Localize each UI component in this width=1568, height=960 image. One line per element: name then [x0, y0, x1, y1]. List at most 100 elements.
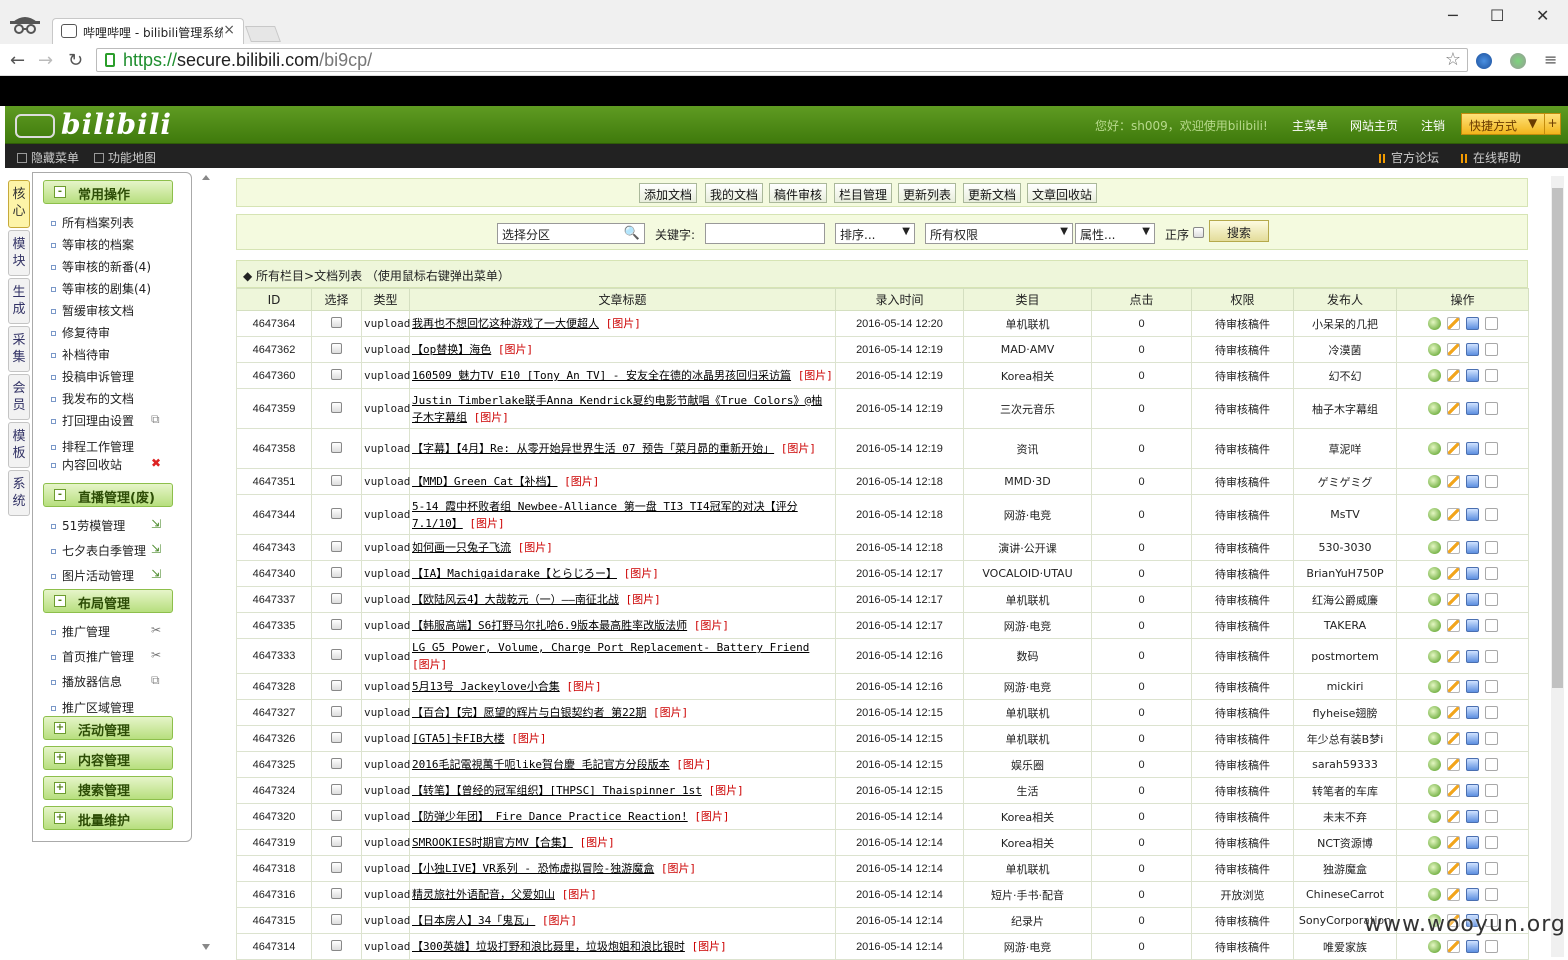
table-row[interactable]: 4647315 vupload 【日本房人】34「鬼瓦」 [图片] 2016-05-1… — [236, 907, 1529, 934]
table-row[interactable]: 4647314 vupload 【300英雄】垃圾打野和浪比聂里，垃圾炮姐和浪比银时… — [236, 933, 1529, 960]
edit-icon[interactable] — [1446, 862, 1460, 876]
edit-icon[interactable] — [1446, 758, 1460, 772]
table-row[interactable]: 4647359 vupload Justin Timberlake联手Anna Ke… — [236, 388, 1529, 429]
approve-icon[interactable] — [1427, 541, 1441, 555]
row-title-link[interactable]: 【MMD】Green Cat【补档】 — [412, 475, 557, 488]
row-image-link[interactable]: [图片] — [566, 680, 601, 693]
edit-icon[interactable] — [1446, 317, 1460, 331]
view-icon[interactable] — [1465, 541, 1479, 555]
view-icon[interactable] — [1465, 862, 1479, 876]
document-icon[interactable] — [1484, 317, 1498, 331]
tab-close-icon[interactable]: × — [223, 22, 235, 38]
menu-item-deferred-review[interactable]: 暂缓审核文档 — [51, 302, 181, 319]
row-checkbox[interactable] — [331, 592, 342, 604]
view-icon[interactable] — [1465, 442, 1479, 456]
export-icon[interactable]: ⇲ — [151, 567, 161, 581]
approve-icon[interactable] — [1427, 706, 1441, 720]
approve-icon[interactable] — [1427, 619, 1441, 633]
edit-icon[interactable] — [1446, 732, 1460, 746]
col-header-select[interactable]: 选择 — [311, 288, 362, 311]
row-image-link[interactable]: [图片] — [653, 706, 688, 719]
row-checkbox[interactable] — [331, 861, 342, 873]
left-frame-scrollbar[interactable] — [201, 174, 211, 952]
table-row[interactable]: 4647362 vupload 【op替换】海色 [图片] 2016-05-14 12… — [236, 336, 1529, 363]
my-documents-button[interactable]: 我的文档 — [705, 183, 764, 203]
row-title-link[interactable]: 如何画一只兔子飞流 — [412, 541, 511, 554]
document-icon[interactable] — [1484, 593, 1498, 607]
menu-item-qixi[interactable]: 七夕表白季管理 ⇲ — [51, 542, 181, 559]
view-icon[interactable] — [1465, 649, 1479, 663]
row-title-link[interactable]: 【转笔】【曾经的冠军组织】[THPSC] Thaispinner 1st — [412, 784, 702, 797]
browser-menu-icon[interactable]: ≡ — [1544, 50, 1557, 69]
menu-item-reject-reasons[interactable]: 打回理由设置 ⧉ — [51, 412, 181, 429]
table-row[interactable]: 4647326 vupload [GTA5]卡FIB大楼 [图片] 2016-05-1… — [236, 725, 1529, 752]
tab-member[interactable]: 会员 — [8, 374, 30, 420]
approve-icon[interactable] — [1427, 888, 1441, 902]
row-checkbox[interactable] — [331, 401, 342, 413]
reload-icon[interactable]: ↻ — [68, 50, 83, 71]
row-title-link[interactable]: 精灵旅社外语配音，父爱如山 — [412, 888, 555, 901]
row-checkbox[interactable] — [331, 540, 342, 552]
view-icon[interactable] — [1465, 888, 1479, 902]
row-checkbox[interactable] — [331, 705, 342, 717]
add-shortcut-button[interactable]: + — [1544, 114, 1560, 134]
address-bar[interactable]: https://secure.bilibili.com/bi9cp/ ☆ — [96, 48, 1468, 72]
menu-item-pending-archives[interactable]: 等审核的档案 — [51, 236, 181, 253]
view-icon[interactable] — [1465, 343, 1479, 357]
row-title-link[interactable]: 【百合】【完】愿望的辉片与白银契约者 第22期 — [412, 706, 646, 719]
group-common-ops[interactable]: - 常用操作 — [43, 180, 173, 204]
copy-icon[interactable]: ⧉ — [151, 412, 160, 427]
document-icon[interactable] — [1484, 619, 1498, 633]
document-icon[interactable] — [1484, 508, 1498, 522]
edit-icon[interactable] — [1446, 541, 1460, 555]
back-arrow-icon[interactable]: ← — [10, 50, 25, 71]
menu-item-reupload-pending[interactable]: 补档待审 — [51, 346, 181, 363]
scissors-icon[interactable]: ✂ — [151, 623, 161, 637]
document-icon[interactable] — [1484, 567, 1498, 581]
approve-icon[interactable] — [1427, 732, 1441, 746]
approve-icon[interactable] — [1427, 810, 1441, 824]
row-image-link[interactable]: [图片] — [562, 888, 597, 901]
logout-link[interactable]: 注销 — [1421, 117, 1445, 134]
view-icon[interactable] — [1465, 593, 1479, 607]
approve-icon[interactable] — [1427, 680, 1441, 694]
row-checkbox[interactable] — [331, 809, 342, 821]
approve-icon[interactable] — [1427, 475, 1441, 489]
row-image-link[interactable]: [图片] — [542, 914, 577, 927]
row-image-link[interactable]: [图片] — [469, 517, 504, 530]
table-row[interactable]: 4647343 vupload 如何画一只兔子飞流 [图片] 2016-05-14 1… — [236, 534, 1529, 561]
col-header-clicks[interactable]: 点击 — [1091, 288, 1192, 311]
document-icon[interactable] — [1484, 836, 1498, 850]
view-icon[interactable] — [1465, 680, 1479, 694]
update-list-button[interactable]: 更新列表 — [898, 183, 957, 203]
row-checkbox[interactable] — [331, 507, 342, 519]
menu-item-recycle-bin[interactable]: 内容回收站 ✖ — [51, 456, 181, 473]
row-checkbox[interactable] — [331, 566, 342, 578]
approve-icon[interactable] — [1427, 402, 1441, 416]
category-selector[interactable]: 选择分区 🔍 — [497, 223, 645, 244]
table-row[interactable]: 4647344 vupload 5-14 霞中杯败者组 Newbee-Allianc… — [236, 494, 1529, 535]
view-icon[interactable] — [1465, 940, 1479, 954]
approve-icon[interactable] — [1427, 862, 1441, 876]
online-help-link[interactable]: 在线帮助 — [1461, 149, 1521, 166]
menu-item-player-info[interactable]: 播放器信息 ⧉ — [51, 673, 181, 690]
view-icon[interactable] — [1465, 836, 1479, 850]
table-row[interactable]: 4647316 vupload 精灵旅社外语配音，父爱如山 [图片] 2016-05-… — [236, 881, 1529, 908]
table-row[interactable]: 4647337 vupload 【欧陆风云4】大哉乾元（一）——南征北战 [图片] 2… — [236, 586, 1529, 613]
table-row[interactable]: 4647327 vupload 【百合】【完】愿望的辉片与白银契约者 第22期 [图… — [236, 699, 1529, 726]
edit-icon[interactable] — [1446, 649, 1460, 663]
row-title-link[interactable]: 【防弹少年团】 Fire Dance Practice Reaction! — [412, 810, 688, 823]
document-icon[interactable] — [1484, 475, 1498, 489]
globe-extension-icon[interactable] — [1476, 53, 1492, 69]
document-icon[interactable] — [1484, 888, 1498, 902]
export-icon[interactable]: ⇲ — [151, 542, 161, 556]
view-icon[interactable] — [1465, 758, 1479, 772]
approve-icon[interactable] — [1427, 940, 1441, 954]
row-checkbox[interactable] — [331, 649, 342, 660]
row-checkbox[interactable] — [331, 757, 342, 769]
tab-system[interactable]: 系统 — [8, 470, 30, 516]
approve-icon[interactable] — [1427, 317, 1441, 331]
row-checkbox[interactable] — [331, 316, 342, 328]
row-image-link[interactable]: [图片] — [661, 862, 696, 875]
group-search-management[interactable]: + 搜索管理 — [43, 776, 173, 800]
